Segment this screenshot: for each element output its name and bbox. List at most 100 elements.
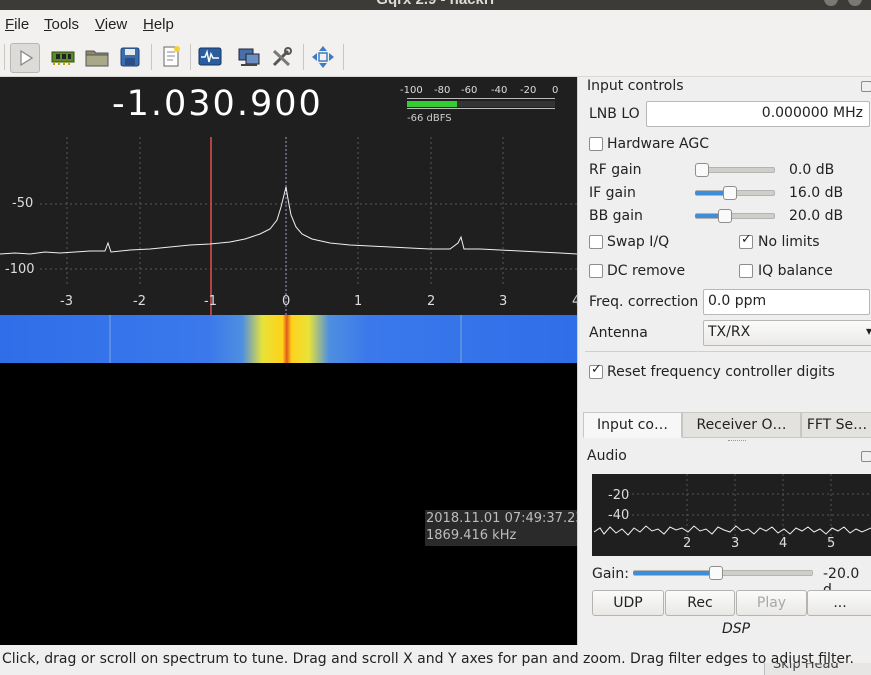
rf-gain-slider-handle[interactable] [695, 163, 709, 177]
rf-gain-label: RF gain [589, 162, 642, 178]
lnb-lo-input[interactable]: 0.000000 MHz [646, 101, 870, 127]
freq-correction-input[interactable]: 0.0 ppm [703, 289, 870, 315]
partial-label: Skip Head [773, 663, 839, 672]
swap-iq-checkbox[interactable] [589, 235, 603, 249]
record-button[interactable]: Rec [665, 590, 735, 616]
status-message: Click, drag or scroll on spectrum to tun… [2, 651, 854, 667]
if-gain-slider[interactable] [695, 186, 775, 200]
tooltip-timestamp: 2018.11.01 07:49:37.236 [426, 511, 592, 526]
tab-receiver-options[interactable]: Receiver O… [682, 412, 801, 438]
menu-file[interactable]: File [5, 16, 29, 33]
save-icon[interactable] [116, 43, 144, 71]
divider [585, 351, 871, 352]
y-axis-label[interactable]: -50 [12, 196, 33, 211]
menu-tools[interactable]: Tools [44, 16, 79, 33]
audio-y-label: -40 [608, 508, 630, 523]
antenna-select[interactable]: TX/RX ▾ [703, 320, 871, 346]
hardware-agc-checkbox[interactable] [589, 137, 603, 151]
audio-x-label: 3 [731, 536, 740, 551]
bb-gain-slider-handle[interactable] [718, 209, 732, 223]
x-axis-label[interactable]: -3 [60, 294, 73, 309]
signal-level-meter: -100 -80 -60 -40 -20 0 -66 dBFS [398, 85, 558, 125]
toolbar-handle [4, 44, 5, 70]
waterfall-display[interactable] [0, 315, 577, 363]
y-axis-label[interactable]: -100 [5, 262, 35, 277]
window-title: Gqrx 2.9 - hackrf [0, 0, 871, 8]
dock-float-icon[interactable] [861, 81, 871, 92]
tools-icon[interactable] [268, 43, 296, 71]
no-limits-label: No limits [758, 234, 820, 250]
menu-help[interactable]: Help [143, 16, 174, 33]
audio-options-button[interactable]: ... [807, 590, 871, 616]
waterfall-image [0, 315, 577, 363]
menu-bar: File Tools View Help [0, 10, 871, 38]
waveform-icon[interactable] [196, 43, 224, 71]
audio-fft-plot[interactable]: -20 -40 2 3 4 5 [592, 474, 871, 556]
swap-iq-label: Swap I/Q [607, 234, 670, 250]
meter-tick: -80 [434, 85, 451, 96]
audio-title: Audio [587, 448, 627, 464]
if-gain-label: IF gain [589, 185, 636, 201]
reset-digits-label: Reset frequency controller digits [607, 364, 835, 380]
antenna-label: Antenna [589, 325, 648, 341]
bb-gain-slider[interactable] [695, 209, 775, 223]
tooltip-frequency: 1869.416 kHz [426, 528, 517, 543]
toolbar [0, 38, 871, 77]
status-bar: Click, drag or scroll on spectrum to tun… [0, 645, 871, 675]
spectrum-plot[interactable]: -1.030.900 -100 -80 -60 -40 -20 0 -66 dB… [0, 77, 580, 315]
toolbar-separator [190, 44, 191, 70]
udp-button[interactable]: UDP [592, 590, 664, 616]
audio-x-label: 4 [779, 536, 788, 551]
freq-correction-value: 0.0 ppm [708, 293, 767, 309]
tab-fft-settings[interactable]: FFT Se… [801, 412, 871, 438]
audio-gain-label: Gain: [592, 566, 629, 582]
meter-tick: 0 [552, 85, 559, 96]
iq-balance-checkbox[interactable] [739, 264, 753, 278]
reset-digits-checkbox[interactable] [589, 362, 603, 379]
dc-remove-checkbox[interactable] [589, 264, 603, 278]
spectrum-trace [0, 186, 577, 255]
remote-control-icon[interactable] [235, 43, 263, 71]
no-limits-checkbox[interactable] [739, 232, 753, 249]
play-icon[interactable] [10, 43, 40, 73]
toolbar-separator [151, 44, 152, 70]
tab-label: FFT Se… [806, 417, 868, 433]
if-gain-slider-handle[interactable] [723, 186, 737, 200]
audio-x-label: 2 [683, 536, 692, 551]
fullscreen-icon[interactable] [309, 43, 337, 71]
dock-float-icon[interactable] [861, 451, 871, 462]
window-titlebar: Gqrx 2.9 - hackrf [0, 0, 871, 10]
x-axis-label[interactable]: 0 [282, 294, 290, 309]
x-axis-label[interactable]: -1 [204, 294, 217, 309]
open-folder-icon[interactable] [83, 43, 111, 71]
toolbar-separator [343, 44, 344, 70]
dock-resize-handle[interactable] [728, 440, 746, 443]
menu-view[interactable]: View [95, 16, 127, 33]
toolbar-separator [303, 44, 304, 70]
hardware-agc-label: Hardware AGC [607, 136, 709, 152]
tab-label: Receiver O… [696, 417, 787, 433]
waterfall-history[interactable] [0, 363, 577, 645]
meter-tick: -20 [520, 85, 537, 96]
bb-gain-label: BB gain [589, 208, 643, 224]
lnb-lo-value: 0.000000 MHz [761, 105, 863, 121]
audio-gain-slider-handle[interactable] [709, 566, 723, 580]
input-controls-title: Input controls [587, 78, 684, 94]
waterfall-tooltip: 2018.11.01 07:49:37.236 1869.416 kHz [425, 510, 593, 546]
notes-icon[interactable] [157, 43, 185, 71]
x-axis-label[interactable]: 1 [354, 294, 362, 309]
hardware-board-icon[interactable] [49, 43, 77, 71]
background-window-fragment: Skip Head [764, 663, 871, 675]
audio-gain-slider[interactable] [633, 566, 813, 580]
frequency-readout[interactable]: -1.030.900 [112, 84, 323, 124]
tab-label: Input co… [597, 417, 668, 433]
x-axis-label[interactable]: -2 [133, 294, 146, 309]
tab-input-controls[interactable]: Input co… [583, 412, 682, 438]
freq-correction-label: Freq. correction [589, 294, 699, 310]
iq-balance-label: IQ balance [758, 263, 833, 279]
x-axis-label[interactable]: 3 [499, 294, 507, 309]
chevron-down-icon: ▾ [865, 324, 871, 338]
play-button[interactable]: Play [736, 590, 807, 616]
rf-gain-slider[interactable] [695, 163, 775, 177]
x-axis-label[interactable]: 2 [427, 294, 435, 309]
